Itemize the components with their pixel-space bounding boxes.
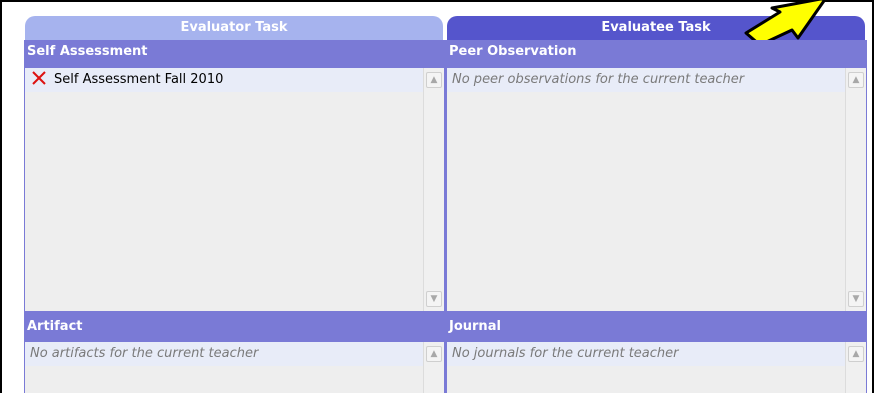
task-grid: Self Assessment Self Assessment Fall 201… xyxy=(24,40,867,393)
list-area: No artifacts for the current teacher xyxy=(25,342,424,393)
scroll-up-icon[interactable]: ▲ xyxy=(426,346,442,362)
panel-body: No journals for the current teacher ▲ xyxy=(447,342,866,393)
vertical-scrollbar[interactable]: ▲ xyxy=(845,342,866,393)
list-area: No journals for the current teacher xyxy=(447,342,846,393)
panel-journal: Journal No journals for the current teac… xyxy=(446,315,867,393)
vertical-scrollbar[interactable]: ▲ ▼ xyxy=(845,68,866,311)
empty-message: No peer observations for the current tea… xyxy=(447,68,846,92)
list-item[interactable]: Self Assessment Fall 2010 xyxy=(25,68,424,92)
tab-evaluator-task[interactable]: Evaluator Task xyxy=(25,16,443,40)
panel-title: Peer Observation xyxy=(446,40,867,64)
list-area: No peer observations for the current tea… xyxy=(447,68,846,311)
empty-message: No artifacts for the current teacher xyxy=(25,342,424,366)
panel-title: Self Assessment xyxy=(24,40,445,64)
vertical-scrollbar[interactable]: ▲ xyxy=(423,342,444,393)
panel-body: No artifacts for the current teacher ▲ xyxy=(25,342,444,393)
panel-self-assessment: Self Assessment Self Assessment Fall 201… xyxy=(24,40,445,311)
panel-peer-observation: Peer Observation No peer observations fo… xyxy=(446,40,867,311)
list-area: Self Assessment Fall 2010 xyxy=(25,68,424,311)
empty-message: No journals for the current teacher xyxy=(447,342,846,366)
scroll-up-icon[interactable]: ▲ xyxy=(848,72,864,88)
panel-body: Self Assessment Fall 2010 ▲ ▼ xyxy=(25,68,444,311)
scroll-down-icon[interactable]: ▼ xyxy=(848,291,864,307)
yellow-arrow-annotation xyxy=(744,0,827,45)
panel-title: Journal xyxy=(446,315,867,339)
delete-x-icon[interactable] xyxy=(31,70,47,86)
vertical-scrollbar[interactable]: ▲ ▼ xyxy=(423,68,444,311)
list-item-label[interactable]: Self Assessment Fall 2010 xyxy=(54,72,223,87)
scroll-down-icon[interactable]: ▼ xyxy=(426,291,442,307)
scroll-up-icon[interactable]: ▲ xyxy=(426,72,442,88)
scroll-up-icon[interactable]: ▲ xyxy=(848,346,864,362)
panel-title: Artifact xyxy=(24,315,445,339)
panel-artifact: Artifact No artifacts for the current te… xyxy=(24,315,445,393)
panel-body: No peer observations for the current tea… xyxy=(447,68,866,311)
